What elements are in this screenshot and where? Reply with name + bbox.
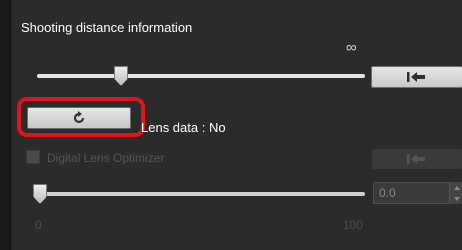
shooting-distance-panel: Shooting distance information ∞ Lens dat… xyxy=(10,0,462,250)
dlo-reset-button[interactable] xyxy=(371,148,462,170)
dlo-value-spinner[interactable] xyxy=(449,182,462,204)
dlo-slider-min-label: 0 xyxy=(35,218,42,232)
distance-slider-thumb[interactable] xyxy=(114,66,128,86)
reset-to-start-icon xyxy=(407,72,425,82)
section-title: Shooting distance information xyxy=(21,20,193,35)
dlo-checkbox[interactable] xyxy=(26,150,40,164)
lens-data-label: Lens data : No xyxy=(141,120,226,135)
dlo-slider-max-label: 100 xyxy=(343,218,364,232)
infinity-label: ∞ xyxy=(346,39,357,56)
reset-to-start-icon xyxy=(407,154,425,164)
distance-slider-track[interactable] xyxy=(37,74,365,78)
dlo-checkbox-label: Digital Lens Optimizer xyxy=(47,151,165,165)
dlo-slider-thumb[interactable] xyxy=(33,184,47,204)
spin-up-icon[interactable] xyxy=(453,185,460,190)
dlo-slider-track[interactable] xyxy=(37,192,365,196)
refresh-lens-data-button[interactable] xyxy=(27,107,131,129)
spin-down-icon[interactable] xyxy=(453,196,460,201)
refresh-icon xyxy=(73,111,85,124)
distance-reset-button[interactable] xyxy=(371,66,462,88)
